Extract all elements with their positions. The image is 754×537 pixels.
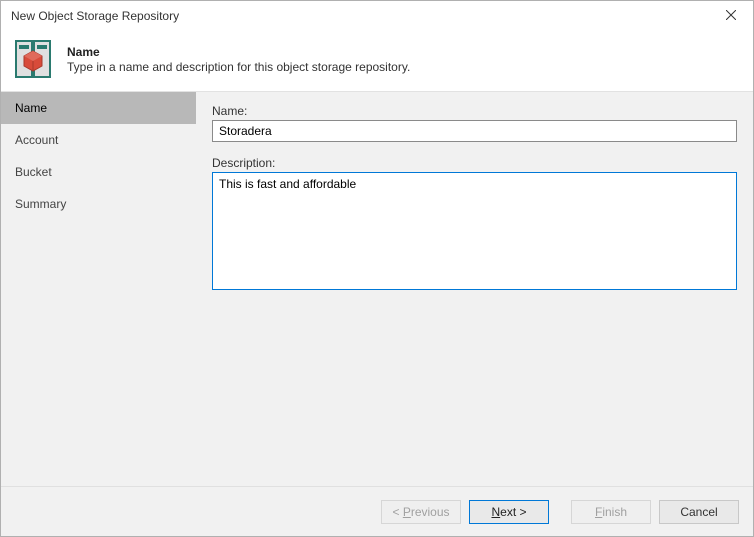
repository-icon <box>13 37 57 81</box>
step-bucket[interactable]: Bucket <box>1 156 196 188</box>
description-input[interactable] <box>212 172 737 290</box>
steps-sidebar: Name Account Bucket Summary <box>1 92 196 486</box>
close-icon <box>726 9 736 23</box>
titlebar: New Object Storage Repository <box>1 1 753 31</box>
description-label: Description: <box>212 156 737 170</box>
previous-button: < Previous <box>381 500 461 524</box>
name-label: Name: <box>212 104 737 118</box>
close-button[interactable] <box>708 1 753 31</box>
header-title: Name <box>67 45 410 59</box>
header-text: Name Type in a name and description for … <box>67 45 410 74</box>
wizard-body: Name Account Bucket Summary Name: Descri… <box>1 91 753 486</box>
name-input[interactable] <box>212 120 737 142</box>
form-panel: Name: Description: <box>196 92 753 486</box>
wizard-header: Name Type in a name and description for … <box>1 31 753 91</box>
header-subtitle: Type in a name and description for this … <box>67 60 410 74</box>
wizard-footer: < Previous Next > Finish Cancel <box>1 486 753 536</box>
step-name[interactable]: Name <box>1 92 196 124</box>
next-button[interactable]: Next > <box>469 500 549 524</box>
cancel-button[interactable]: Cancel <box>659 500 739 524</box>
step-summary[interactable]: Summary <box>1 188 196 220</box>
window-title: New Object Storage Repository <box>11 9 708 23</box>
step-account[interactable]: Account <box>1 124 196 156</box>
finish-button: Finish <box>571 500 651 524</box>
wizard-window: New Object Storage Repository Name <box>0 0 754 537</box>
